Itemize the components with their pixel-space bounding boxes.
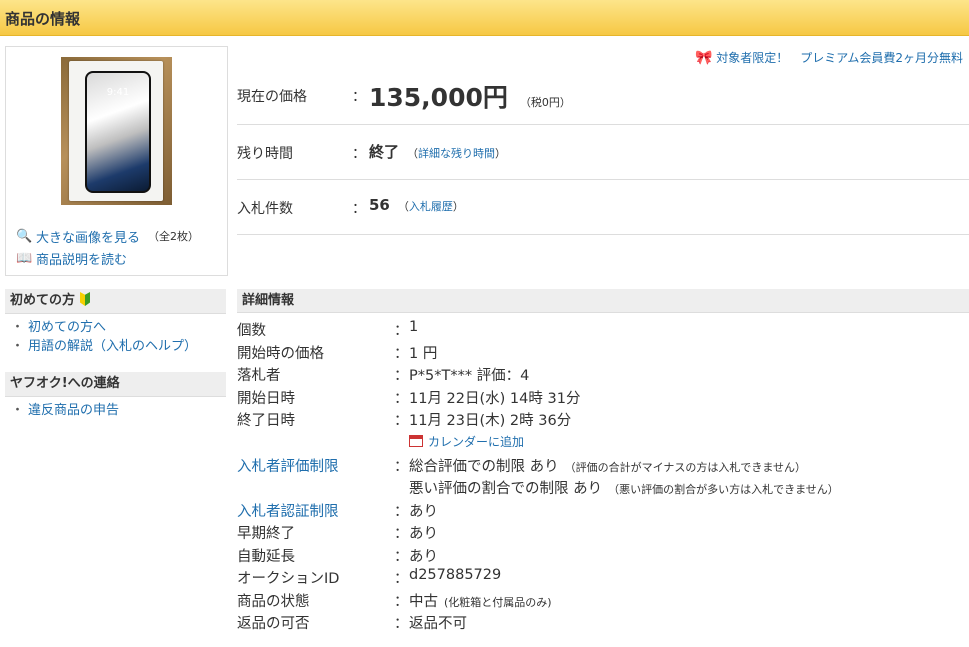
beginner-guide-link[interactable]: 初めての方へ	[28, 320, 106, 335]
bids-label: 入札件数	[237, 201, 293, 217]
product-image[interactable]: 9:41	[61, 57, 172, 205]
detail-row: オークションID： d257885729	[237, 567, 502, 587]
detail-row: 入札者認証制限： あり	[237, 500, 969, 523]
colon: ：	[352, 89, 366, 105]
view-large-image-link[interactable]: 大きな画像を見る	[36, 227, 140, 246]
colon: ：	[352, 146, 366, 162]
condition-value: 中古	[409, 593, 438, 610]
detail-row: 開始時の価格： 1 円	[237, 342, 969, 365]
rating-limit-bad: 悪い評価の割合での制限 あり	[409, 481, 603, 497]
calendar-icon	[409, 434, 423, 447]
current-price: 135,000円	[369, 83, 508, 112]
price-row: 現在の価格 ： 135,000円 （税0円）	[237, 64, 969, 125]
image-count: （全2枚）	[148, 230, 200, 243]
colon: ：	[352, 201, 366, 217]
detail-row: 終了日時： 11月 23日(木) 2時 36分	[237, 409, 969, 432]
detailed-time-link[interactable]: 詳細な残り時間	[418, 147, 495, 160]
auction-id-value: d257885729	[409, 567, 502, 583]
beginner-heading: 初めての方	[5, 289, 226, 314]
premium-link[interactable]: 対象者限定！ プレミアム会員費2ヶ月分無料	[716, 51, 963, 65]
beginner-section: 初めての方 ・初めての方へ ・用語の解説（入札のヘルプ）	[5, 289, 226, 362]
bids-count: 56	[369, 196, 390, 214]
price-table: 現在の価格 ： 135,000円 （税0円） 残り時間 ： 終了 （詳細な残り時…	[237, 64, 969, 235]
details-table: 個数： 1 開始時の価格： 1 円 落札者： P*5*T*** 評価：4 開始日…	[237, 319, 969, 635]
beginner-mark-icon	[80, 292, 91, 306]
start-date-value: 11月 22日(水) 14時 31分	[409, 390, 581, 407]
phone-screen: 9:41	[85, 71, 151, 193]
detail-row: 個数： 1	[237, 319, 419, 339]
magnifier-icon: 🔍	[16, 228, 33, 244]
time-label: 残り時間	[237, 146, 293, 162]
report-violation-link[interactable]: 違反商品の申告	[28, 403, 119, 418]
phone-time: 9:41	[106, 87, 130, 98]
time-row: 残り時間 ： 終了 （詳細な残り時間）	[237, 125, 969, 180]
detail-row: 返品の可否： 返品不可	[237, 612, 969, 635]
details-heading: 詳細情報	[237, 289, 969, 313]
time-value: 終了	[369, 143, 400, 161]
rating-limit-total: 総合評価での制限 あり	[409, 458, 559, 475]
detail-row: 落札者： P*5*T*** 評価：4	[237, 364, 969, 387]
bids-row: 入札件数 ： 56 （入札履歴）	[237, 180, 969, 235]
glossary-link[interactable]: 用語の解説（入札のヘルプ）	[28, 339, 197, 354]
auto-extend-value: あり	[409, 548, 438, 565]
early-end-value: あり	[409, 526, 438, 542]
detail-row: 開始日時： 11月 22日(水) 14時 31分	[237, 387, 969, 410]
phone-box-photo: 9:41	[69, 61, 163, 201]
detail-row: 早期終了： あり	[237, 522, 969, 545]
detail-row: 商品の状態： 中古 (化粧箱と付属品のみ)	[237, 593, 552, 610]
auth-limit-value: あり	[409, 503, 438, 520]
product-image-box: 9:41 🔍 大きな画像を見る （全2枚） 📖 商品説明を読む	[5, 46, 228, 276]
winner-value: P*5*T*** 評価：4	[409, 368, 530, 384]
end-date-value: 11月 23日(木) 2時 36分	[409, 413, 572, 429]
quantity-value: 1	[409, 319, 419, 335]
contact-heading: ヤフオク!への連絡	[5, 372, 226, 397]
add-to-calendar-link[interactable]: カレンダーに追加	[428, 435, 524, 449]
detail-row: 悪い評価の割合での制限 あり （悪い評価の割合が多い方は入札できません）	[409, 481, 839, 497]
page-header: 商品の情報	[0, 0, 969, 36]
return-value: 返品不可	[409, 616, 467, 632]
start-price-value: 1 円	[409, 345, 438, 362]
tax-amount: （税0円）	[519, 96, 571, 109]
bid-history-link[interactable]: 入札履歴	[409, 200, 453, 213]
page-title: 商品の情報	[5, 10, 81, 28]
contact-section: ヤフオク!への連絡 ・違反商品の申告	[5, 372, 226, 426]
calendar-row: カレンダーに追加	[237, 432, 969, 455]
read-description-link[interactable]: 商品説明を読む	[36, 249, 127, 268]
rating-limit-link[interactable]: 入札者評価制限	[237, 455, 339, 476]
price-label: 現在の価格	[237, 89, 307, 105]
detail-row: 自動延長： あり	[237, 545, 969, 568]
detail-row: 入札者評価制限： 総合評価での制限 あり （評価の合計がマイナスの方は入札できませ…	[237, 455, 969, 478]
book-icon: 📖	[16, 250, 33, 266]
auth-limit-link[interactable]: 入札者認証制限	[237, 500, 339, 521]
